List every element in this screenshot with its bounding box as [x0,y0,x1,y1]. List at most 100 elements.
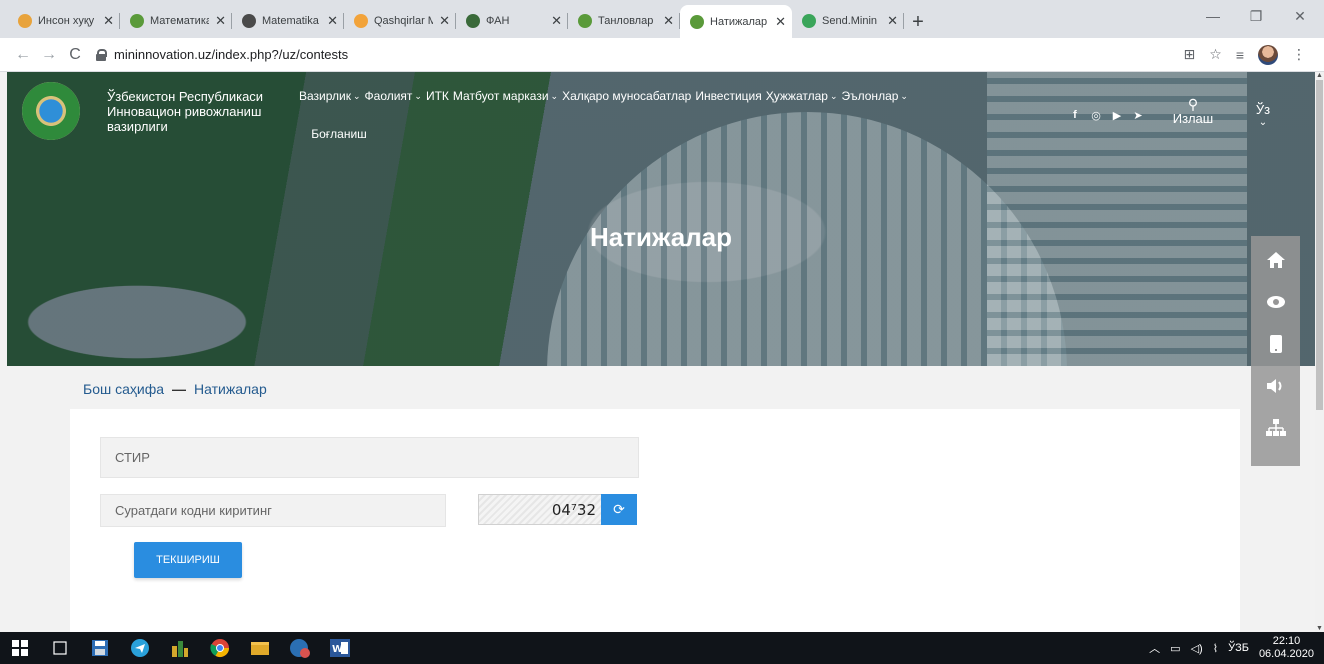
tab-favicon-icon [578,13,592,28]
telegram-app-icon[interactable] [120,632,160,664]
tab-close-icon[interactable]: ✕ [103,13,114,29]
youtube-icon[interactable]: ▶ [1111,109,1123,122]
telegram-icon[interactable]: ➤ [1132,109,1144,122]
stir-input[interactable]: СТИР [100,437,639,478]
tab-close-icon[interactable]: ✕ [551,13,562,29]
tab-close-icon[interactable]: ✕ [327,13,338,29]
menu-item[interactable]: Эълонлар ⌄ [842,89,908,103]
captcha-refresh-button[interactable]: ⟳ [601,494,637,525]
close-window-icon[interactable]: ✕ [1280,4,1320,28]
chess-app-icon[interactable] [160,632,200,664]
language-label: Ўз [1255,102,1271,117]
tab-close-icon[interactable]: ✕ [887,13,898,29]
browser-tab[interactable]: Танловлар ✕ [568,5,680,36]
clock-time: 22:10 [1272,635,1301,647]
windows-taskbar: W ︿ ▭ ◁) ⌇ ЎЗБ 22:10 06.04.2020 [0,632,1324,664]
address-bar: ← → C mininnovation.uz/index.php?/uz/con… [0,38,1324,72]
browser-tab[interactable]: Инсон хуқу ✕ [8,5,120,36]
check-submit-button[interactable]: ТЕКШИРИШ [134,542,242,578]
url-field[interactable]: mininnovation.uz/index.php?/uz/contests [96,42,1184,68]
wifi-icon[interactable]: ⌇ [1213,642,1218,655]
facebook-icon[interactable]: f [1069,109,1081,121]
menu-item[interactable]: Фаолият ⌄ [365,89,422,103]
site-brand[interactable]: Ўзбекистон Республикаси Инновацион ривож… [107,89,297,134]
scroll-up-icon[interactable]: ▲ [1315,72,1324,79]
minimize-icon[interactable]: — [1193,4,1233,28]
hero-banner: Ўзбекистон Республикаси Инновацион ривож… [7,72,1315,366]
search-label: Излаш [1172,111,1214,126]
tab-favicon-icon [242,13,256,28]
tab-close-icon[interactable]: ✕ [215,13,226,29]
reading-list-icon[interactable]: ≡ [1236,47,1244,63]
tab-strip: Инсон хуқу ✕ Математика ✕ Matematika ✕ Qashqir… [8,5,904,38]
chevron-down-icon: ⌄ [550,90,559,101]
tab-favicon-icon [354,13,368,28]
chevron-down-icon: ⌄ [900,90,908,101]
tab-title: Matematika [262,14,319,27]
accessibility-panel [1251,236,1300,466]
home-icon[interactable] [1266,250,1286,270]
messenger-app-icon[interactable] [280,632,320,664]
captcha-input[interactable]: Суратдаги кодни киритинг [100,494,446,527]
menu-item-label: Фаолият [364,89,413,103]
menu-item-contact[interactable]: Боғланиш [299,127,379,141]
breadcrumb-home[interactable]: Бош саҳифа [83,381,164,397]
menu-item-label: Халқаро муносабатлар [562,89,692,103]
browser-tab[interactable]: Натижалар ✕ [680,5,792,38]
eye-icon[interactable] [1266,292,1286,312]
maximize-icon[interactable]: ❐ [1236,4,1276,28]
speaker-icon[interactable] [1266,376,1286,396]
main-menu: Вазирлик ⌄ Фаолият ⌄ ИТК Матбуот маркази ⌄ Халқ… [299,89,908,103]
clock[interactable]: 22:10 06.04.2020 [1259,635,1314,661]
chevron-up-icon[interactable]: ︿ [1149,640,1160,656]
forward-icon[interactable]: → [36,42,62,68]
stir-placeholder: СТИР [115,450,150,465]
tab-title: Математика [150,14,210,27]
chrome-app-icon[interactable] [200,632,240,664]
reload-icon[interactable]: C [62,42,88,68]
bookmark-star-icon[interactable]: ☆ [1209,46,1222,63]
chevron-down-icon: ⌄ [1258,117,1268,128]
mobile-icon[interactable] [1266,334,1286,354]
profile-avatar[interactable] [1258,44,1278,65]
svg-text:W: W [332,644,343,655]
chevron-down-icon: ⌄ [414,90,422,101]
windows-start-icon[interactable] [0,632,40,664]
captcha-placeholder: Суратдаги кодни киритинг [115,503,272,518]
browser-tab[interactable]: Математика ✕ [120,5,232,36]
state-emblem-logo[interactable] [22,82,80,140]
captcha-image: 04⁷32 [478,494,611,525]
file-explorer-icon[interactable] [240,632,280,664]
tab-close-icon[interactable]: ✕ [775,14,786,30]
browser-tab[interactable]: ФАН ✕ [456,5,568,36]
scrollbar-thumb[interactable] [1316,80,1323,410]
browser-tab[interactable]: Send.Minin ✕ [792,5,904,36]
menu-item[interactable]: Инвестиция [695,89,761,103]
menu-item[interactable]: Вазирлик ⌄ [299,89,361,103]
battery-icon[interactable]: ▭ [1170,642,1180,655]
menu-item[interactable]: Матбуот маркази ⌄ [453,89,558,103]
translate-icon[interactable]: ⊞ [1184,46,1196,63]
tab-close-icon[interactable]: ✕ [663,13,674,29]
page-scrollbar[interactable]: ▲ ▼ [1315,72,1324,632]
sitemap-icon[interactable] [1265,418,1286,438]
input-language[interactable]: ЎЗБ [1228,642,1249,654]
scroll-down-icon[interactable]: ▼ [1315,625,1324,632]
browser-tab[interactable]: Matematika ✕ [232,5,344,36]
browser-menu-icon[interactable]: ⋮ [1292,46,1306,63]
task-view-icon[interactable] [40,632,80,664]
browser-tab[interactable]: Qashqirlar M ✕ [344,5,456,36]
new-tab-button[interactable]: + [904,7,932,38]
search-button[interactable]: ⚲ Излаш [1167,97,1219,126]
tab-close-icon[interactable]: ✕ [439,13,450,29]
menu-item[interactable]: Ҳужжатлар ⌄ [766,89,838,103]
volume-icon[interactable]: ◁) [1191,642,1203,655]
menu-item[interactable]: Халқаро муносабатлар [562,89,691,103]
word-app-icon[interactable]: W [320,632,360,664]
system-tray: ︿ ▭ ◁) ⌇ ЎЗБ 22:10 06.04.2020 [1149,632,1314,664]
back-icon[interactable]: ← [10,42,36,68]
language-switcher[interactable]: Ўз ⌄ [1253,102,1273,128]
instagram-icon[interactable]: ◎ [1090,109,1102,122]
save-floppy-app-icon[interactable] [80,632,120,664]
menu-item[interactable]: ИТК [426,89,449,103]
